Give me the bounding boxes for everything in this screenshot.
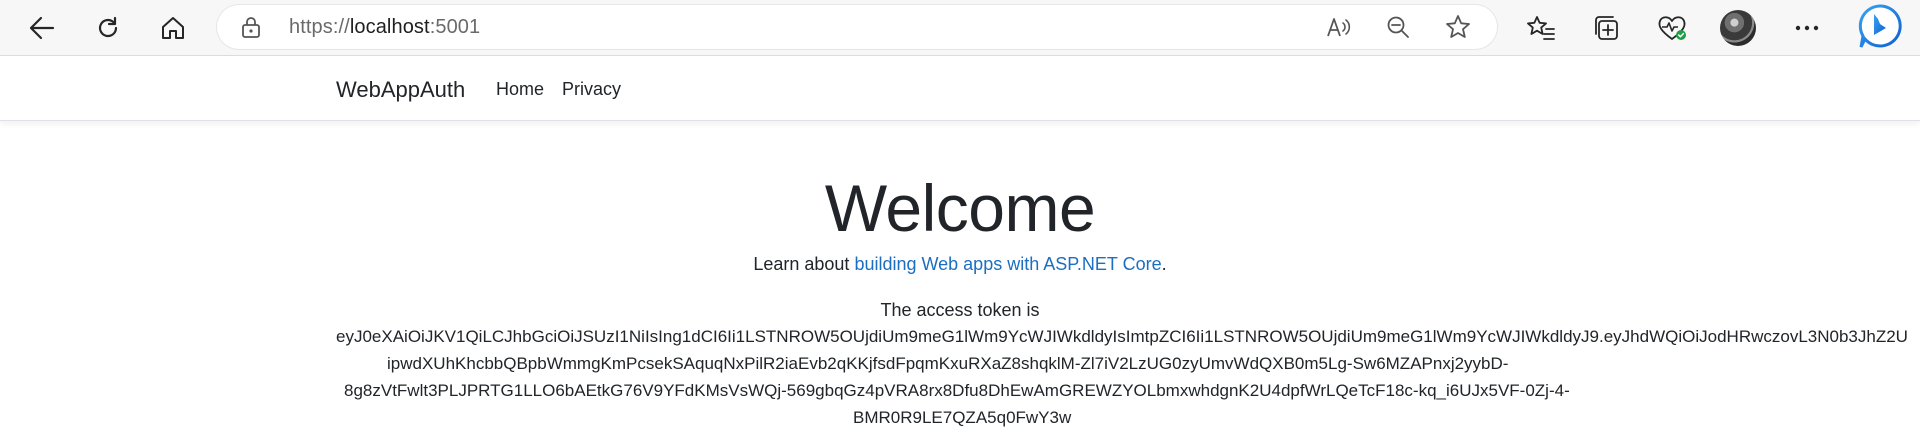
refresh-icon: [95, 15, 121, 41]
collections-button[interactable]: [1586, 8, 1626, 48]
lock-icon[interactable]: [239, 15, 263, 39]
favorites-button[interactable]: [1521, 8, 1561, 48]
access-token-line: eyJ0eXAiOiJKV1QiLCJhbGciOiJSUzI1NiIsIng1…: [336, 327, 1908, 346]
browser-toolbar: https://localhost:5001: [0, 0, 1920, 56]
access-token-line: BMR0R9LE7QZA5q0FwY3w: [853, 408, 1072, 427]
brand-link[interactable]: WebAppAuth: [336, 77, 465, 103]
refresh-button[interactable]: [88, 8, 128, 48]
site-navbar: WebAppAuth Home Privacy: [0, 57, 1920, 121]
more-button[interactable]: [1787, 8, 1827, 48]
profile-button[interactable]: [1718, 8, 1758, 48]
url-scheme: https://: [289, 16, 350, 38]
url-host: localhost: [349, 16, 430, 38]
aspnet-docs-link[interactable]: building Web apps with ASP.NET Core: [854, 254, 1161, 274]
back-button[interactable]: [22, 8, 62, 48]
access-token-line: ipwdXUhKhcbbQBpbWmmgKmPcsekSAquqNxPilR2i…: [387, 354, 1509, 373]
learn-about-text: Learn about building Web apps with ASP.N…: [0, 254, 1920, 275]
learn-prefix: Learn about: [753, 254, 855, 274]
browser-essentials-icon: [1657, 14, 1687, 42]
token-label: The access token is: [880, 300, 1040, 320]
browser-essentials-button[interactable]: [1652, 8, 1692, 48]
read-aloud-icon[interactable]: [1325, 13, 1353, 41]
more-icon: [1794, 24, 1820, 32]
url-text[interactable]: https://localhost:5001: [289, 16, 480, 39]
home-icon: [160, 15, 186, 41]
avatar: [1720, 10, 1756, 46]
copilot-icon: [1857, 3, 1903, 54]
page-title: Welcome: [824, 171, 1096, 245]
access-token-line: 8g8zVtFwlt3PLJPRTG1LLO6bAEtkG76V9YFdKMsV…: [344, 381, 1570, 400]
back-arrow-icon: [29, 15, 55, 41]
favorites-list-icon: [1527, 15, 1555, 41]
nav-home-link[interactable]: Home: [496, 79, 544, 100]
star-icon[interactable]: [1444, 13, 1472, 41]
address-bar[interactable]: https://localhost:5001: [217, 5, 1497, 49]
learn-suffix: .: [1161, 254, 1167, 274]
zoom-out-icon[interactable]: [1384, 13, 1412, 41]
nav-privacy-link[interactable]: Privacy: [562, 79, 621, 100]
home-button[interactable]: [153, 8, 193, 48]
url-port: :5001: [429, 16, 481, 38]
collections-icon: [1592, 14, 1620, 42]
copilot-button[interactable]: [1856, 3, 1904, 54]
